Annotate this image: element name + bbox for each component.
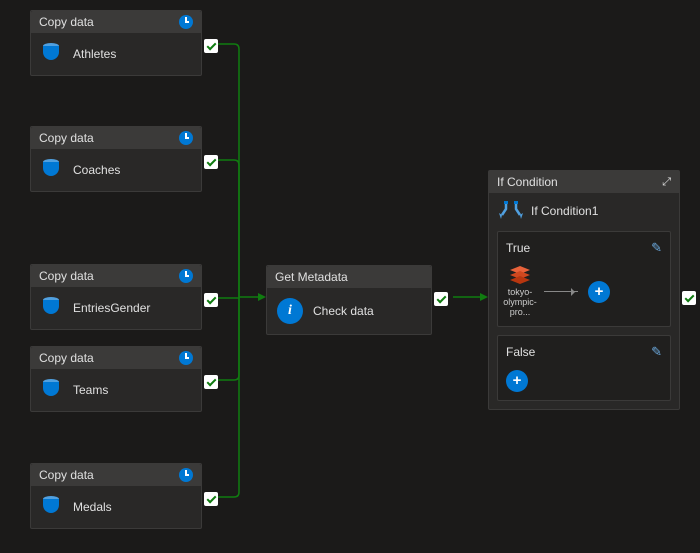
database-icon bbox=[41, 379, 63, 401]
node-body: Coaches bbox=[31, 149, 201, 191]
success-port[interactable] bbox=[204, 155, 218, 169]
node-header: If Condition ⤢ bbox=[489, 171, 679, 193]
branch-header: True ✎ bbox=[506, 240, 662, 256]
if-subheader: If Condition1 bbox=[489, 193, 679, 231]
activity-name: Athletes bbox=[73, 47, 116, 61]
activity-get-metadata[interactable]: Get Metadata i Check data bbox=[266, 265, 432, 335]
databricks-activity[interactable]: tokyo-olympic-pro... bbox=[506, 266, 534, 318]
database-icon bbox=[41, 297, 63, 319]
activity-name: Check data bbox=[313, 304, 374, 318]
activity-name: Coaches bbox=[73, 163, 120, 177]
node-type-label: Copy data bbox=[39, 131, 94, 145]
branch-title: True bbox=[506, 241, 530, 255]
branch-flow: tokyo-olympic-pro... + bbox=[506, 266, 662, 318]
node-header: Copy data bbox=[31, 11, 201, 33]
activity-copy-teams[interactable]: Copy data Teams bbox=[30, 346, 202, 412]
add-activity-button[interactable]: + bbox=[588, 281, 610, 303]
node-type-label: Copy data bbox=[39, 351, 94, 365]
activity-name: Medals bbox=[73, 500, 112, 514]
success-port[interactable] bbox=[204, 492, 218, 506]
clock-icon bbox=[179, 351, 193, 365]
add-activity-button[interactable]: + bbox=[506, 370, 528, 392]
database-icon bbox=[41, 43, 63, 65]
node-header: Copy data bbox=[31, 464, 201, 486]
info-icon: i bbox=[277, 298, 303, 324]
clock-icon bbox=[179, 269, 193, 283]
node-header: Copy data bbox=[31, 265, 201, 287]
branch-icon bbox=[499, 201, 523, 221]
activity-name: Teams bbox=[73, 383, 108, 397]
database-icon bbox=[41, 159, 63, 181]
clock-icon bbox=[179, 468, 193, 482]
node-header: Copy data bbox=[31, 347, 201, 369]
arrow-icon bbox=[544, 291, 578, 292]
success-port[interactable] bbox=[204, 39, 218, 53]
activity-name: EntriesGender bbox=[73, 301, 150, 315]
node-type-label: Copy data bbox=[39, 269, 94, 283]
pipeline-canvas[interactable]: Copy data Athletes Copy data Coaches Cop… bbox=[0, 0, 700, 553]
success-port[interactable] bbox=[682, 291, 696, 305]
branch-header: False ✎ bbox=[506, 344, 662, 360]
success-port[interactable] bbox=[204, 293, 218, 307]
node-type-label: If Condition bbox=[497, 175, 558, 189]
clock-icon bbox=[179, 15, 193, 29]
expand-icon[interactable]: ⤢ bbox=[662, 176, 671, 189]
node-body: Athletes bbox=[31, 33, 201, 75]
node-body: Teams bbox=[31, 369, 201, 411]
activity-copy-entriesgender[interactable]: Copy data EntriesGender bbox=[30, 264, 202, 330]
activity-if-condition[interactable]: If Condition ⤢ If Condition1 True ✎ bbox=[488, 170, 680, 410]
branch-flow: + bbox=[506, 370, 662, 392]
node-body: EntriesGender bbox=[31, 287, 201, 329]
pencil-icon[interactable]: ✎ bbox=[651, 344, 662, 360]
success-port[interactable] bbox=[204, 375, 218, 389]
node-type-label: Get Metadata bbox=[275, 270, 348, 284]
node-type-label: Copy data bbox=[39, 468, 94, 482]
clock-icon bbox=[179, 131, 193, 145]
false-branch[interactable]: False ✎ + bbox=[497, 335, 671, 401]
branch-title: False bbox=[506, 345, 535, 359]
activity-name: If Condition1 bbox=[531, 204, 598, 218]
inner-activity-label: tokyo-olympic-pro... bbox=[503, 288, 537, 318]
node-type-label: Copy data bbox=[39, 15, 94, 29]
activity-copy-medals[interactable]: Copy data Medals bbox=[30, 463, 202, 529]
node-header: Get Metadata bbox=[267, 266, 431, 288]
database-icon bbox=[41, 496, 63, 518]
pencil-icon[interactable]: ✎ bbox=[651, 240, 662, 256]
true-branch[interactable]: True ✎ tokyo-olympic-pro... + bbox=[497, 231, 671, 327]
success-port[interactable] bbox=[434, 292, 448, 306]
node-body: i Check data bbox=[267, 288, 431, 334]
activity-copy-athletes[interactable]: Copy data Athletes bbox=[30, 10, 202, 76]
activity-copy-coaches[interactable]: Copy data Coaches bbox=[30, 126, 202, 192]
node-body: Medals bbox=[31, 486, 201, 528]
node-header: Copy data bbox=[31, 127, 201, 149]
